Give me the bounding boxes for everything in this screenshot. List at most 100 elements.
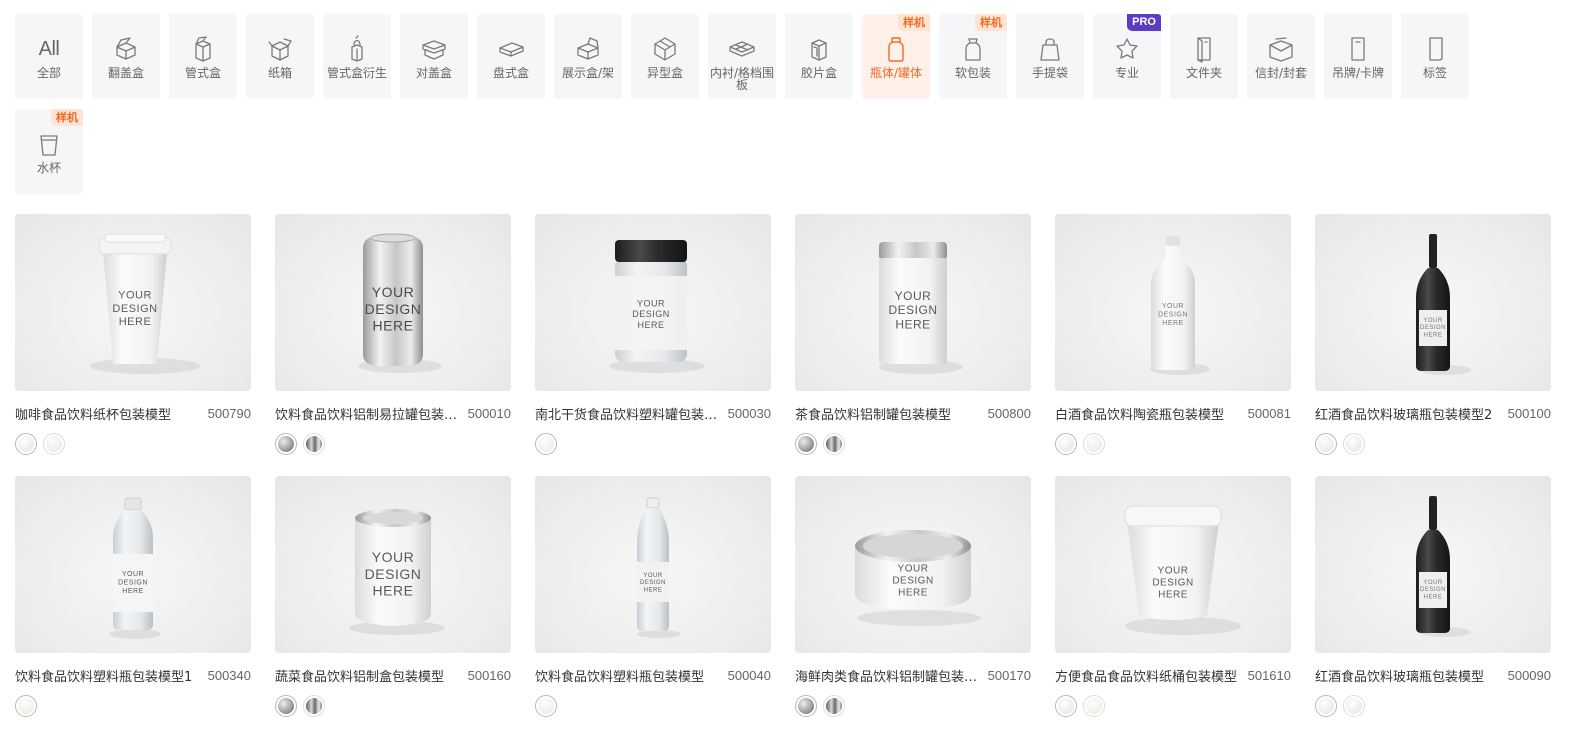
swatch-color-dot [1086, 698, 1102, 714]
material-swatch-white[interactable] [15, 433, 37, 455]
category-handbag[interactable]: 手提袋 [1016, 14, 1084, 99]
material-swatch-silver[interactable] [275, 695, 297, 717]
product-card[interactable]: YOUR DESIGN HERE 白酒食品饮料陶瓷瓶包装模型 500081 [1055, 214, 1291, 476]
material-swatch-white[interactable] [1055, 695, 1077, 717]
product-card[interactable]: YOUR DESIGN HERE 饮料食品饮料塑料瓶包装模型1 500340 [15, 476, 251, 734]
label-icon [1420, 34, 1450, 64]
product-card[interactable]: YOUR DESIGN HERE 南北干货食品饮料塑料罐包装模型 500030 [535, 214, 771, 476]
product-card[interactable]: YOUR DESIGN HERE 方便食品食品饮料纸桶包装模型 501610 [1055, 476, 1291, 734]
svg-text:YOUR: YOUR [372, 284, 414, 300]
product-card[interactable]: YOUR DESIGN HERE 饮料食品饮料塑料瓶包装模型 500040 [535, 476, 771, 734]
sample-badge: 样机 [898, 14, 930, 31]
product-card[interactable]: YOUR DESIGN HERE 茶食品饮料铝制罐包装模型 500800 [795, 214, 1031, 476]
svg-text:YOUR: YOUR [118, 290, 152, 302]
svg-text:DESIGN: DESIGN [1158, 312, 1188, 319]
material-swatch-cream[interactable] [15, 695, 37, 717]
material-swatch-white[interactable] [1343, 695, 1365, 717]
material-swatch-metal[interactable] [303, 695, 325, 717]
material-swatch-metal[interactable] [303, 433, 325, 455]
material-swatch-white[interactable] [1343, 433, 1365, 455]
category-all-text[interactable]: All 全部 [15, 14, 83, 99]
product-name[interactable]: 饮料食品饮料塑料瓶包装模型 [535, 666, 704, 685]
product-thumbnail[interactable]: YOUR DESIGN HERE [275, 214, 511, 391]
material-swatch-silver[interactable] [795, 433, 817, 455]
product-name[interactable]: 红酒食品饮料玻璃瓶包装模型2 [1315, 404, 1492, 423]
svg-text:HERE: HERE [373, 583, 414, 599]
category-pouch[interactable]: 软包装 样机 [939, 14, 1007, 99]
category-star-box[interactable]: 专业 PRO [1093, 14, 1161, 99]
category-tube-box[interactable]: 管式盒 [169, 14, 237, 99]
material-swatch-cream[interactable] [1083, 695, 1105, 717]
product-thumbnail[interactable]: YOUR DESIGN HERE [535, 476, 771, 653]
product-thumbnail[interactable]: YOUR DESIGN HERE [1055, 214, 1291, 391]
svg-text:YOUR: YOUR [1423, 580, 1443, 586]
product-thumbnail[interactable]: YOUR DESIGN HERE [15, 214, 251, 391]
product-meta: 南北干货食品饮料塑料罐包装模型 500030 [535, 404, 771, 423]
product-name[interactable]: 饮料食品饮料铝制易拉罐包装模型 [275, 404, 463, 423]
tube-box-icon [188, 34, 218, 64]
category-envelope[interactable]: 信封/封套 [1247, 14, 1315, 99]
svg-text:HERE: HERE [1158, 590, 1188, 601]
product-thumbnail[interactable]: YOUR DESIGN HERE [795, 214, 1031, 391]
material-swatch-metal[interactable] [823, 695, 845, 717]
product-thumbnail[interactable]: YOUR DESIGN HERE [795, 476, 1031, 653]
product-thumbnail[interactable]: YOUR DESIGN HERE [1315, 476, 1551, 653]
product-thumbnail[interactable]: YOUR DESIGN HERE [15, 476, 251, 653]
svg-text:DESIGN: DESIGN [118, 580, 148, 587]
product-thumbnail[interactable]: YOUR DESIGN HERE [1315, 214, 1551, 391]
category-bottle[interactable]: 瓶体/罐体 样机 [862, 14, 930, 99]
category-tray-box[interactable]: 盘式盒 [477, 14, 545, 99]
material-swatch-silver[interactable] [795, 695, 817, 717]
category-cup[interactable]: 水杯 样机 [15, 109, 83, 194]
material-swatches [275, 433, 511, 455]
product-card[interactable]: YOUR DESIGN HERE 红酒食品饮料玻璃瓶包装模型 500090 [1315, 476, 1551, 734]
product-card[interactable]: YOUR DESIGN HERE 红酒食品饮料玻璃瓶包装模型2 500100 [1315, 214, 1551, 476]
product-thumbnail[interactable]: YOUR DESIGN HERE [1055, 476, 1291, 653]
category-flip-box[interactable]: 翻盖盒 [92, 14, 160, 99]
category-bar-row-2: 水杯 样机 [15, 109, 83, 194]
category-label[interactable]: 标签 [1401, 14, 1469, 99]
product-name[interactable]: 方便食品食品饮料纸桶包装模型 [1055, 666, 1237, 685]
product-card[interactable]: YOUR DESIGN HERE 咖啡食品饮料纸杯包装模型 500790 [15, 214, 251, 476]
product-card[interactable]: YOUR DESIGN HERE 海鲜肉类食品饮料铝制罐包装模型 500170 [795, 476, 1031, 734]
material-swatch-cream[interactable] [535, 433, 557, 455]
svg-text:DESIGN: DESIGN [888, 303, 937, 317]
product-card[interactable]: YOUR DESIGN HERE 蔬菜食品饮料铝制盒包装模型 500160 [275, 476, 511, 734]
material-swatch-white[interactable] [1315, 695, 1337, 717]
product-name[interactable]: 南北干货食品饮料塑料罐包装模型 [535, 404, 723, 423]
envelope-icon [1266, 34, 1296, 64]
category-carton[interactable]: 纸箱 [246, 14, 314, 99]
product-name[interactable]: 茶食品饮料铝制罐包装模型 [795, 404, 951, 423]
material-swatch-metal[interactable] [823, 433, 845, 455]
product-card[interactable]: YOUR DESIGN HERE 饮料食品饮料铝制易拉罐包装模型 500010 [275, 214, 511, 476]
sample-badge: 样机 [51, 109, 83, 126]
category-special-box[interactable]: 异型盒 [631, 14, 699, 99]
svg-text:DESIGN: DESIGN [1420, 325, 1446, 331]
category-folder[interactable]: 文件夹 [1170, 14, 1238, 99]
category-insert[interactable]: 内衬/格档围板 [708, 14, 776, 99]
product-id: 500160 [467, 667, 511, 683]
category-hang-tag[interactable]: 吊牌/卡牌 [1324, 14, 1392, 99]
product-name[interactable]: 咖啡食品饮料纸杯包装模型 [15, 404, 171, 423]
product-meta: 红酒食品饮料玻璃瓶包装模型2 500100 [1315, 404, 1551, 423]
product-name[interactable]: 饮料食品饮料塑料瓶包装模型1 [15, 666, 192, 685]
all-text-icon: All [34, 34, 64, 64]
category-lid-box[interactable]: 对盖盒 [400, 14, 468, 99]
product-thumbnail[interactable]: YOUR DESIGN HERE [275, 476, 511, 653]
category-film-box[interactable]: 胶片盒 [785, 14, 853, 99]
product-thumbnail[interactable]: YOUR DESIGN HERE [535, 214, 771, 391]
product-name[interactable]: 白酒食品饮料陶瓷瓶包装模型 [1055, 404, 1224, 423]
material-swatch-white[interactable] [1083, 433, 1105, 455]
category-tube-box-derived[interactable]: 管式盒衍生 [323, 14, 391, 99]
product-name[interactable]: 海鲜肉类食品饮料铝制罐包装模型 [795, 666, 983, 685]
material-swatch-white[interactable] [1315, 433, 1337, 455]
material-swatch-white[interactable] [1055, 433, 1077, 455]
material-swatch-white[interactable] [43, 433, 65, 455]
product-name[interactable]: 蔬菜食品饮料铝制盒包装模型 [275, 666, 444, 685]
material-swatches [15, 433, 251, 455]
handbag-icon [1035, 34, 1065, 64]
material-swatch-silver[interactable] [275, 433, 297, 455]
material-swatch-cream[interactable] [535, 695, 557, 717]
product-name[interactable]: 红酒食品饮料玻璃瓶包装模型 [1315, 666, 1484, 685]
category-display-box[interactable]: 展示盒/架 [554, 14, 622, 99]
